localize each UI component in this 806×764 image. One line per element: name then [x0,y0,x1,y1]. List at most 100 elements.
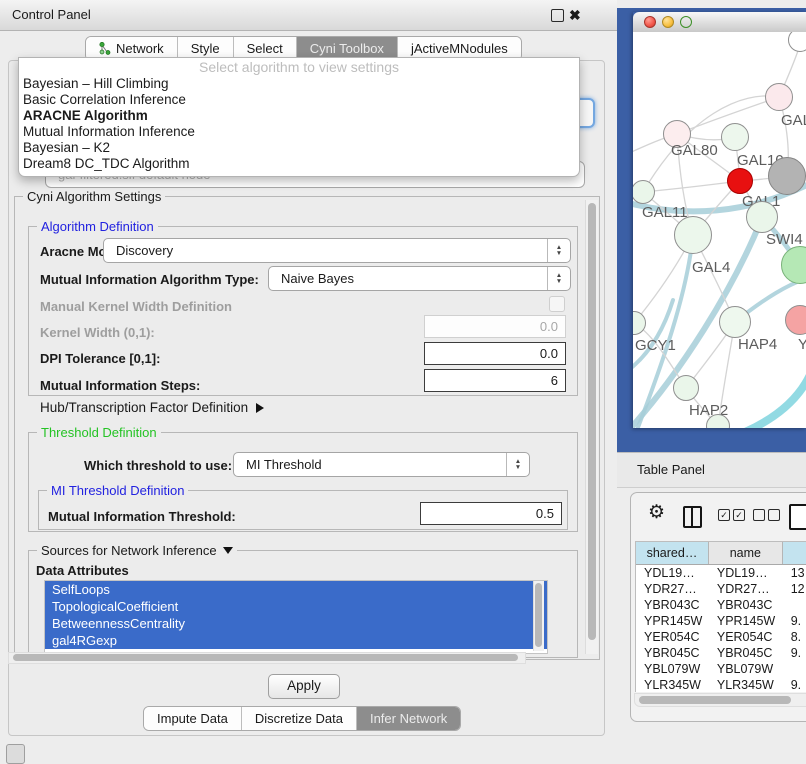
table-cell[interactable]: 9. [783,645,806,661]
table-row[interactable]: YPR145WYPR145W9. [636,613,806,629]
mi-steps-label: Mutual Information Steps: [40,378,200,393]
settings-vscrollbar-thumb[interactable] [588,203,596,640]
tab-jactivemnodules-label: jActiveMNodules [411,41,508,56]
network-node-hap4[interactable] [719,306,751,338]
table-cell[interactable]: YDR27… [636,581,709,597]
kernel-width-input[interactable]: 0.0 [424,315,566,338]
algorithm-option[interactable]: Bayesian – K2 [19,140,579,156]
mi-type-combo[interactable]: Naive Bayes ▲▼ [268,266,571,291]
table-cell[interactable]: YDL19… [709,565,783,581]
table-cell[interactable]: YDR27… [709,581,783,597]
column-header-clipped[interactable] [783,542,806,564]
network-window-titlebar[interactable] [633,12,806,33]
table-cell[interactable]: YBL079W [709,661,783,677]
apply-button[interactable]: Apply [268,674,340,699]
aracne-mode-combo[interactable]: Discovery ▲▼ [103,238,571,263]
table-cell[interactable]: YBR045C [636,645,709,661]
table-row[interactable]: YDR27…YDR27…12 [636,581,806,597]
tab-network-label: Network [116,41,164,56]
sources-group-title[interactable]: Sources for Network Inference [37,543,237,558]
algorithm-option[interactable]: Mutual Information Inference [19,124,579,140]
table-hscrollbar[interactable] [634,693,806,707]
document-icon[interactable] [789,504,806,530]
table-cell[interactable]: YBL079W [636,661,709,677]
table-cell[interactable]: 9. [783,613,806,629]
aracne-mode-value: Discovery [116,243,173,258]
data-attribute-item[interactable]: gal4RGexp [45,632,547,649]
algorithm-option[interactable]: Bayesian – Hill Climbing [19,76,579,92]
close-traffic-icon[interactable] [644,16,656,28]
mi-threshold-input[interactable]: 0.5 [420,502,562,525]
table-hscrollbar-thumb[interactable] [639,696,791,704]
stepper-arrows-icon: ▲▼ [506,453,529,476]
algorithm-option[interactable]: Basic Correlation Inference [19,92,579,108]
data-attributes-list[interactable]: SelfLoopsTopologicalCoefficientBetweenne… [44,580,548,654]
network-node-gal4[interactable] [674,216,712,254]
table-cell[interactable]: YPR145W [709,613,783,629]
table-row[interactable]: YER054CYER054C8. [636,629,806,645]
node-label: GAL80 [671,142,718,159]
zoom-traffic-icon[interactable] [680,16,692,28]
algorithm-option[interactable]: ARACNE Algorithm [19,108,579,124]
table-cell[interactable]: YBR045C [709,645,783,661]
manual-kernel-checkbox[interactable] [549,296,565,312]
algorithm-option[interactable]: Dream8 DC_TDC Algorithm [19,156,579,172]
table-cell[interactable]: 9. [783,677,806,692]
node-table[interactable]: shared… name YDL19…YDL19…13YDR27…YDR27…1… [635,541,806,692]
minimize-traffic-icon[interactable] [662,16,674,28]
deselect-all-checks-icon[interactable] [753,509,783,527]
table-cell[interactable]: YBR043C [709,597,783,613]
table-cell[interactable] [783,661,806,677]
close-panel-icon[interactable]: ✖ [569,8,581,22]
settings-hscrollbar-thumb[interactable] [13,654,518,661]
table-cell[interactable]: YLR345W [636,677,709,692]
float-panel-icon[interactable] [551,9,564,22]
network-node-gal1[interactable] [727,168,753,194]
table-cell[interactable]: YLR345W [709,677,783,692]
settings-hscrollbar[interactable] [8,652,526,664]
table-cell[interactable]: 13 [783,565,806,581]
table-row[interactable]: YDL19…YDL19…13 [636,565,806,581]
table-cell[interactable]: YPR145W [636,613,709,629]
tab-impute-data-label: Impute Data [157,711,228,726]
attributes-vscrollbar[interactable] [533,581,544,651]
table-cell[interactable]: YBR043C [636,597,709,613]
table-cell[interactable]: YER054C [709,629,783,645]
network-node-gal[interactable] [765,83,793,111]
tab-discretize-data[interactable]: Discretize Data [242,707,357,730]
node-label: GAL4 [692,259,730,276]
data-attribute-item[interactable]: SelfLoops [45,581,547,598]
network-node-gal10[interactable] [721,123,749,151]
which-threshold-value: MI Threshold [246,457,322,472]
network-node-swi4[interactable] [746,201,778,233]
table-cell[interactable]: 8. [783,629,806,645]
tab-infer-network[interactable]: Infer Network [357,707,460,730]
settings-vscrollbar[interactable] [585,200,598,654]
dpi-tolerance-input[interactable]: 0.0 [424,342,566,365]
threshold-definition-title: Threshold Definition [37,425,161,440]
gear-icon[interactable]: ⚙ [648,501,665,524]
select-all-checks-icon[interactable]: ✓✓ [718,509,748,527]
table-row[interactable]: YBR045CYBR045C9. [636,645,806,661]
table-cell[interactable]: YER054C [636,629,709,645]
attributes-vscrollbar-thumb[interactable] [535,583,542,647]
table-row[interactable]: YLR345WYLR345W9. [636,677,806,692]
data-attribute-item[interactable]: BetweennessCentrality [45,615,547,632]
table-cell[interactable]: 12 [783,581,806,597]
network-canvas[interactable]: GALGAL80GAL10GAL1GAL11SWI4GAL4GCY1HAP4YH… [633,32,806,428]
data-attribute-item[interactable]: TopologicalCoefficient [45,598,547,615]
column-header-shared-name[interactable]: shared… [636,542,709,564]
table-row[interactable]: YBR043CYBR043C [636,597,806,613]
mini-panel-icon[interactable] [6,744,25,764]
table-cell[interactable]: YDL19… [636,565,709,581]
column-view-icon[interactable] [683,506,702,528]
tab-impute-data[interactable]: Impute Data [144,707,242,730]
which-threshold-combo[interactable]: MI Threshold ▲▼ [233,452,530,477]
table-cell[interactable] [783,597,806,613]
mi-steps-input[interactable]: 6 [424,369,566,392]
network-node[interactable] [768,157,806,195]
hub-definition-toggle[interactable]: Hub/Transcription Factor Definition [40,400,264,415]
column-header-name[interactable]: name [709,542,783,564]
network-node-hap2[interactable] [673,375,699,401]
table-row[interactable]: YBL079WYBL079W [636,661,806,677]
